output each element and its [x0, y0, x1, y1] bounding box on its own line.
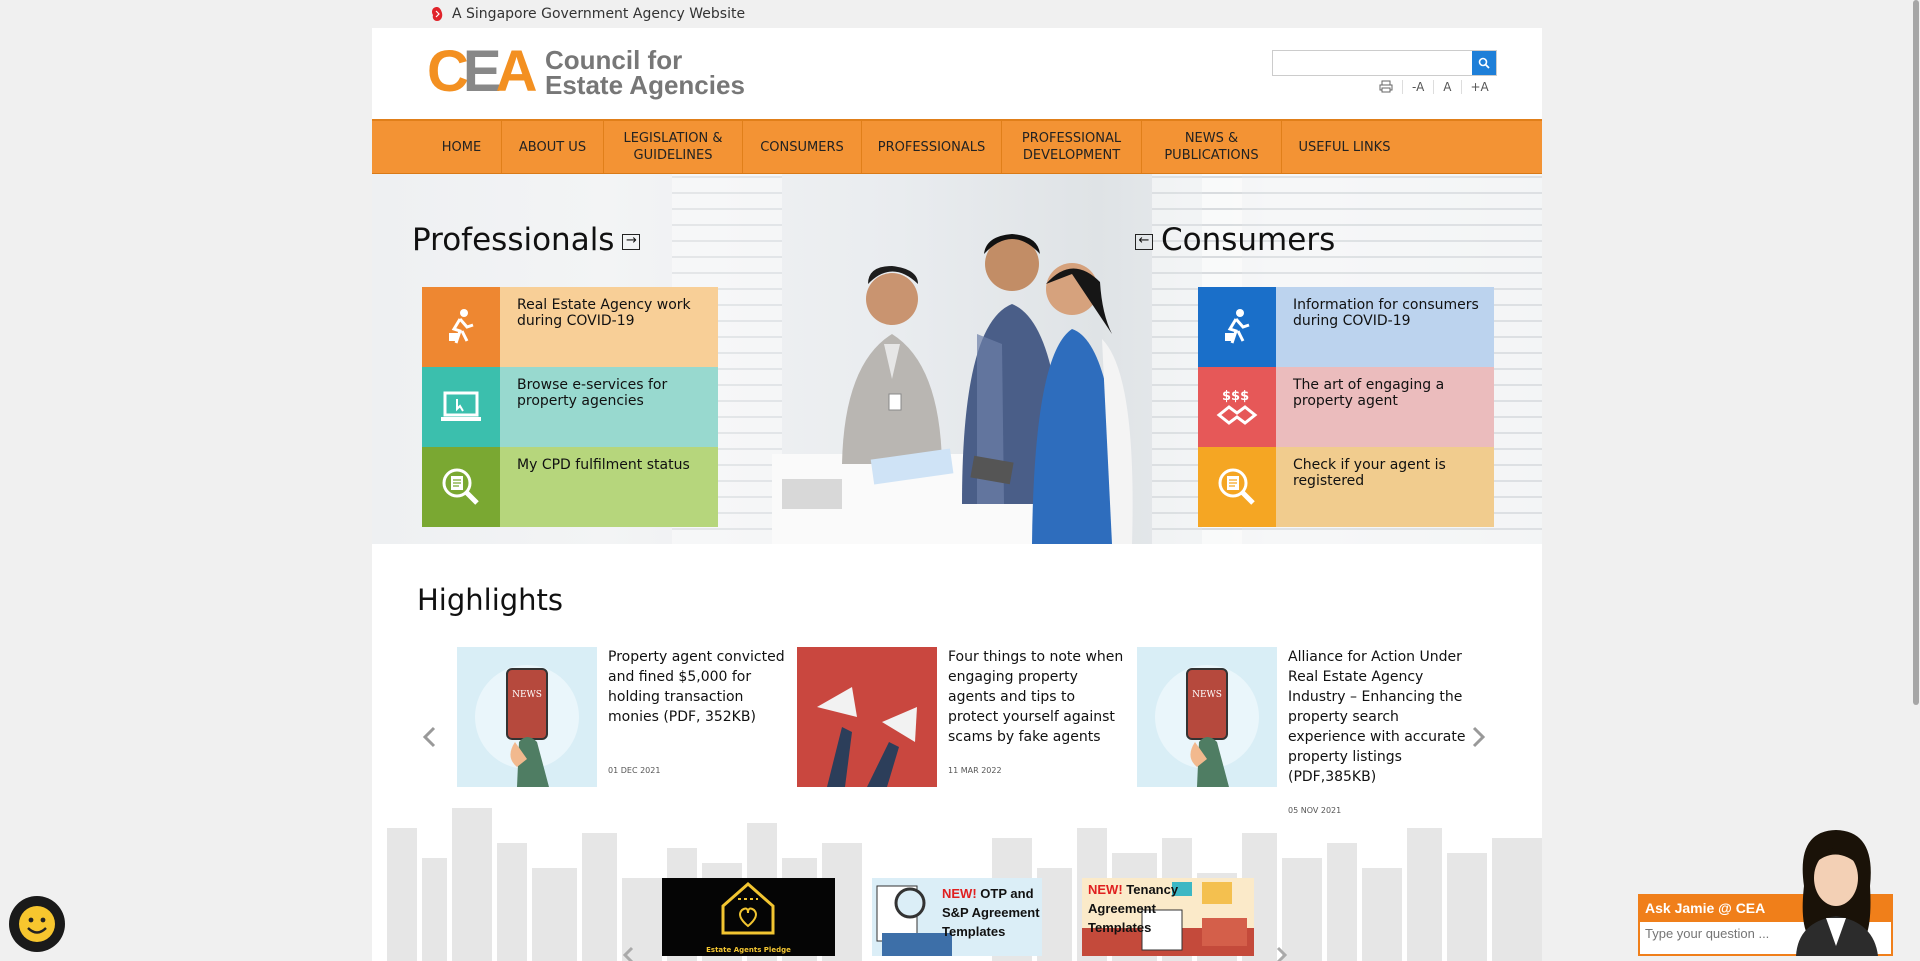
news-phone-thumbnail: NEWS — [1137, 647, 1277, 787]
ask-jamie-widget: Ask Jamie @ CEA — [1638, 826, 1893, 956]
lion-head-icon — [432, 7, 443, 21]
hero-banner: Professionals → ← Consumers Real Estate Ag… — [372, 174, 1542, 544]
card-agency-covid[interactable]: Real Estate Agency work during COVID-19 — [422, 287, 718, 367]
arrow-left-icon: ← — [1135, 233, 1153, 250]
megaphones-thumbnail — [797, 647, 937, 787]
card-label: Browse e-services for property agencies — [517, 377, 668, 409]
banner-label: Estate Agents Pledge — [706, 946, 791, 954]
increase-font-button[interactable]: +A — [1460, 80, 1498, 94]
nav-legislation-guidelines[interactable]: LEGISLATION & GUIDELINES — [604, 121, 743, 173]
svg-text:NEWS: NEWS — [512, 690, 542, 700]
professionals-cards: Real Estate Agency work during COVID-19 … — [422, 287, 718, 527]
highlight-date: 01 DEC 2021 — [608, 766, 661, 775]
cea-logo[interactable]: CEA Council for Estate Agencies — [427, 39, 757, 104]
chevron-right-icon — [1276, 946, 1288, 961]
highlights-title: Highlights — [417, 583, 564, 617]
page-scrollbar[interactable] — [1912, 0, 1920, 961]
logo-mark: CEA — [427, 39, 537, 104]
search-box — [1272, 50, 1497, 76]
nav-professionals[interactable]: PROFESSIONALS — [862, 121, 1002, 173]
nav-about-us[interactable]: ABOUT US — [502, 121, 604, 173]
banner-new-badge: NEW! — [1088, 882, 1123, 897]
nav-useful-links[interactable]: USEFUL LINKS — [1282, 121, 1407, 173]
nav-news-publications[interactable]: NEWS & PUBLICATIONS — [1142, 121, 1282, 173]
gov-banner-text: A Singapore Government Agency Website — [452, 6, 746, 22]
card-label: The art of engaging a property agent — [1293, 377, 1445, 409]
professionals-title: Professionals — [412, 222, 615, 258]
magnifier-document-icon — [422, 447, 500, 527]
card-label: Check if your agent is registered — [1293, 457, 1446, 489]
card-cpd-status[interactable]: My CPD fulfilment status — [422, 447, 718, 527]
news-phone-thumbnail: NEWS — [457, 647, 597, 787]
card-consumer-covid[interactable]: Information for consumers during COVID-1… — [1198, 287, 1494, 367]
card-label: Information for consumers during COVID-1… — [1293, 297, 1479, 329]
feedback-button[interactable] — [9, 896, 65, 952]
page: CEA Council for Estate Agencies -A A +A … — [372, 28, 1542, 961]
logo-name: Council for Estate Agencies — [545, 47, 745, 100]
decrease-font-button[interactable]: -A — [1402, 80, 1433, 94]
search-input[interactable] — [1273, 51, 1473, 75]
consumers-title: Consumers — [1161, 222, 1336, 258]
svg-text:NEWS: NEWS — [1192, 690, 1222, 700]
logo-name-line2: Estate Agencies — [545, 70, 745, 100]
nav-professional-development[interactable]: PROFESSIONAL DEVELOPMENT — [1002, 121, 1142, 173]
svg-text:$$$: $$$ — [1222, 389, 1249, 404]
card-label: Real Estate Agency work during COVID-19 — [517, 297, 691, 329]
magnifier-document-icon — [1198, 447, 1276, 527]
print-icon — [1379, 80, 1393, 93]
highlight-date: 11 MAR 2022 — [948, 766, 1002, 775]
text-tools: -A A +A — [1370, 80, 1498, 94]
jamie-avatar — [1796, 830, 1878, 956]
ask-jamie-input[interactable] — [1640, 922, 1790, 945]
scrollbar-thumb[interactable] — [1913, 0, 1919, 705]
banner-otp-sp-templates[interactable]: NEW! OTP and S&P Agreement Templates — [872, 878, 1042, 956]
nav-consumers[interactable]: CONSUMERS — [743, 121, 862, 173]
house-heart-icon — [721, 882, 775, 935]
card-check-agent[interactable]: Check if your agent is registered — [1198, 447, 1494, 527]
search-icon — [1478, 57, 1490, 69]
nav-home[interactable]: HOME — [422, 121, 502, 173]
handshake-money-icon: $$$ — [1198, 367, 1276, 447]
highlight-item[interactable]: Four things to note when engaging proper… — [797, 647, 1127, 807]
print-button[interactable] — [1370, 80, 1402, 94]
chevron-left-icon — [422, 726, 436, 748]
smiley-icon — [19, 906, 55, 942]
highlight-item[interactable]: NEWS Alliance for Action Under Real Esta… — [1137, 647, 1467, 815]
laptop-icon — [422, 367, 500, 447]
carousel-prev-button[interactable] — [422, 722, 436, 755]
runner-icon — [422, 287, 500, 367]
card-label: My CPD fulfilment status — [517, 457, 690, 473]
search-button[interactable] — [1472, 51, 1496, 75]
professionals-heading[interactable]: Professionals → — [412, 222, 648, 258]
banner-estate-agents-pledge[interactable]: Estate Agents Pledge — [662, 878, 835, 956]
gov-banner: A Singapore Government Agency Website — [372, 0, 1542, 28]
banner-tenancy-templates[interactable]: NEW! Tenancy Agreement Templates — [1082, 878, 1254, 956]
card-e-services[interactable]: Browse e-services for property agencies — [422, 367, 718, 447]
runner-icon — [1198, 287, 1276, 367]
arrow-right-icon: → — [622, 233, 641, 250]
consumers-cards: Information for consumers during COVID-1… — [1198, 287, 1494, 527]
banner-new-badge: NEW! — [942, 886, 977, 901]
card-engaging-agent[interactable]: $$$ The art of engaging a property agent — [1198, 367, 1494, 447]
highlight-item[interactable]: NEWS Property agent convicted and fined … — [457, 647, 787, 807]
banner-prev-button[interactable] — [622, 938, 634, 961]
carousel-next-button[interactable] — [1472, 722, 1486, 755]
consumers-heading[interactable]: ← Consumers — [1127, 222, 1335, 258]
highlight-title: Alliance for Action Under Real Estate Ag… — [1288, 649, 1466, 785]
chevron-right-icon — [1472, 726, 1486, 748]
chevron-left-icon — [622, 946, 634, 961]
normal-font-button[interactable]: A — [1433, 80, 1460, 94]
main-nav: HOME ABOUT US LEGISLATION & GUIDELINES C… — [372, 119, 1542, 174]
header: CEA Council for Estate Agencies -A A +A — [372, 28, 1542, 118]
highlight-title: Four things to note when engaging proper… — [948, 649, 1124, 745]
banner-next-button[interactable] — [1276, 938, 1288, 961]
highlight-title: Property agent convicted and fined $5,00… — [608, 649, 785, 725]
